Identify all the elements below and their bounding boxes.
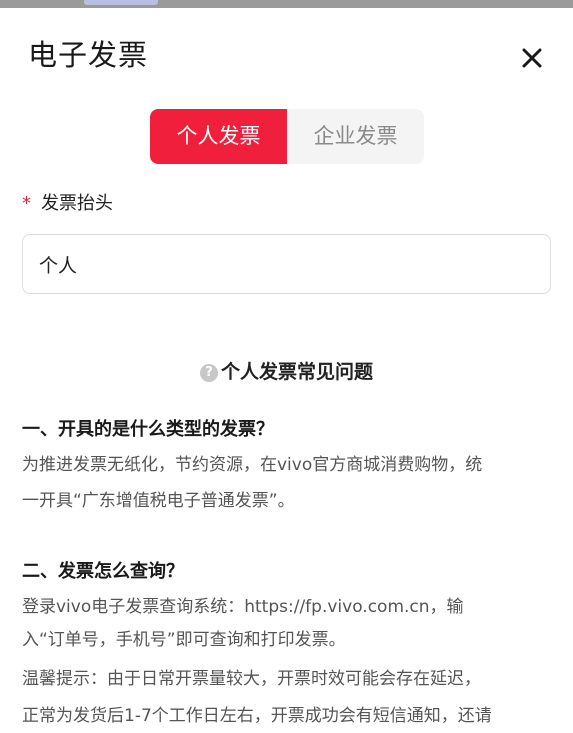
invoice-header-field: [22, 234, 551, 294]
background-page-fragment: [84, 0, 158, 5]
invoice-header-label-text: 发票抬头: [41, 193, 113, 214]
invoice-type-switch: 个人发票 企业发票: [150, 109, 424, 164]
faq-heading-text: 个人发票常见问题: [220, 361, 373, 383]
invoice-header-input[interactable]: [39, 235, 519, 293]
tab-personal-invoice[interactable]: 个人发票: [150, 109, 287, 164]
required-mark: *: [22, 193, 31, 214]
faq-answer-2-line-3: 温馨提示：由于日常开票量较大，开票时效可能会存在延迟，: [22, 669, 481, 689]
close-icon[interactable]: [515, 41, 549, 75]
faq-answer-1-line-1: 为推进发票无纸化，节约资源，在vivo官方商城消费购物，统: [22, 455, 483, 475]
faq-question-1: 一、开具的是什么类型的发票？: [22, 419, 274, 440]
faq-answer-2-line-1: 登录vivo电子发票查询系统：https://fp.vivo.com.cn，输: [22, 597, 464, 617]
dimmed-overlay: [0, 0, 573, 8]
faq-heading: ? 个人发票常见问题: [0, 359, 573, 385]
faq-answer-1-line-2: 一开具“广东增值税电子普通发票”。: [22, 491, 295, 511]
faq-question-2: 二、发票怎么查询？: [22, 561, 184, 582]
tab-company-invoice[interactable]: 企业发票: [287, 109, 424, 164]
invoice-header-label: * 发票抬头: [22, 193, 113, 215]
faq-answer-2-line-2: 入“订单号，手机号”即可查询和打印发票。: [22, 630, 346, 650]
help-icon: ?: [199, 364, 218, 382]
faq-answer-2-line-4: 正常为发货后1-7个工作日左右，开票成功会有短信通知，还请: [22, 706, 492, 726]
sheet-title: 电子发票: [28, 38, 149, 72]
